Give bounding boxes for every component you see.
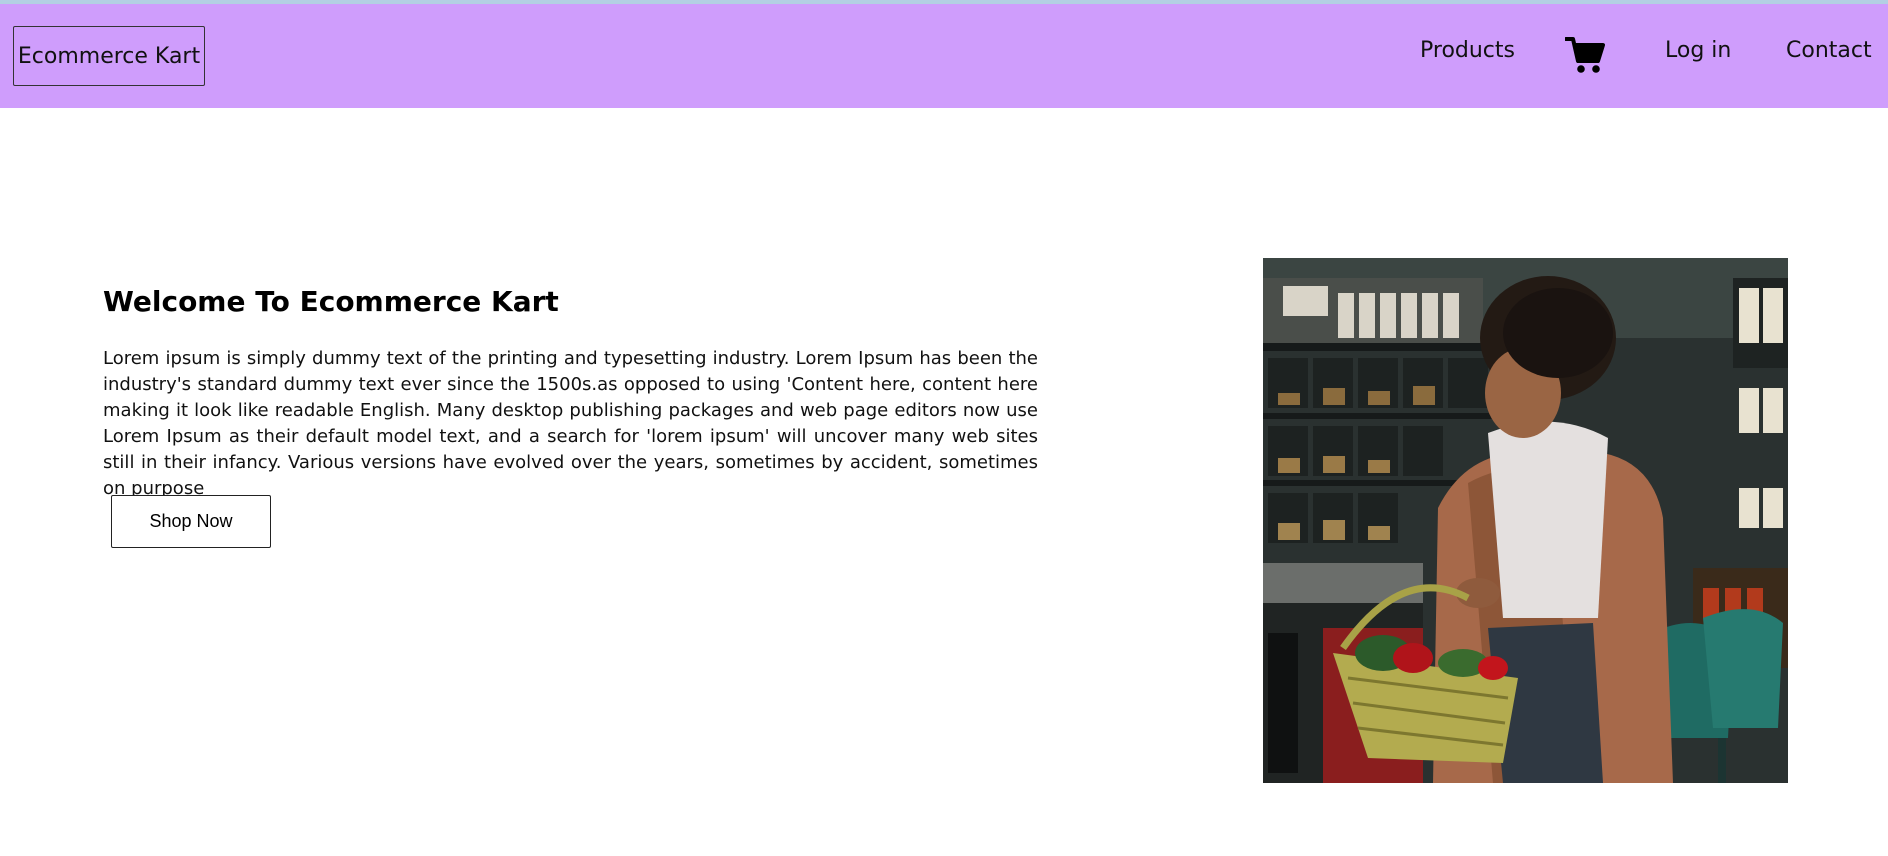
shopping-cart-icon[interactable] [1564, 36, 1605, 74]
nav-products-link[interactable]: Products [1420, 38, 1515, 63]
shop-now-button[interactable]: Shop Now [111, 495, 271, 548]
navbar: Ecommerce Kart Products Log in Contact [0, 4, 1888, 108]
hero-image [1263, 258, 1788, 783]
brand-logo-button[interactable]: Ecommerce Kart [13, 26, 205, 86]
nav-contact-link[interactable]: Contact [1786, 38, 1872, 63]
hero-description: Lorem ipsum is simply dummy text of the … [103, 348, 1038, 499]
nav-login-link[interactable]: Log in [1665, 38, 1731, 63]
hero-title: Welcome To Ecommerce Kart [103, 285, 559, 318]
